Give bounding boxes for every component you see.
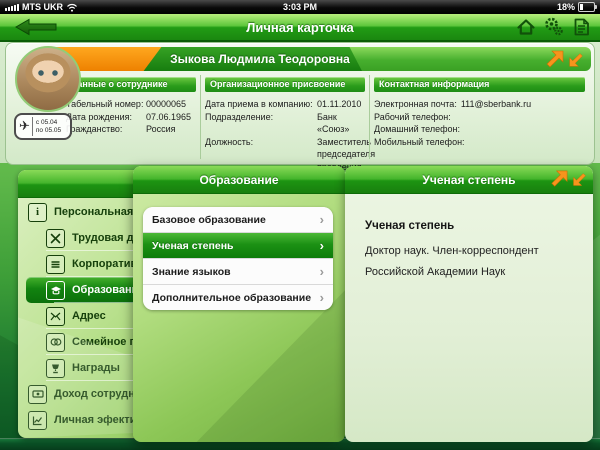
section-title: Организационное присвоение <box>205 77 365 92</box>
airplane-icon: ✈ <box>16 119 32 134</box>
chevron-right-icon: › <box>320 265 324 278</box>
submenu-item-academic-degree[interactable]: Ученая степень › <box>143 233 333 259</box>
family-icon <box>46 333 65 352</box>
submenu-item-languages[interactable]: Знание языков › <box>143 259 333 285</box>
income-icon <box>28 385 47 404</box>
vacation-badge: ✈ с 05.04 по 05.05 <box>14 113 72 140</box>
submenu-title: Образование <box>133 166 345 194</box>
efficiency-icon <box>28 411 47 430</box>
info-row: Домашний телефон: <box>374 123 585 136</box>
submenu-list: Базовое образование › Ученая степень › З… <box>143 207 333 310</box>
content-area: i Персональная инфо Трудовая деятел Корп… <box>0 163 600 450</box>
info-row: Электронная почта: 111@sberbank.ru <box>374 98 585 111</box>
settings-button[interactable] <box>543 16 564 37</box>
arrow-down-left-icon[interactable] <box>568 52 584 68</box>
arrow-down-left-icon[interactable] <box>572 172 587 187</box>
section-title: Контактная информация <box>374 77 585 92</box>
battery-percent-label: 18% <box>557 2 575 12</box>
info-row: Дата приема в компанию: 01.11.2010 <box>205 98 365 111</box>
employee-name: Зыкова Людмила Теодоровна <box>162 47 358 71</box>
employee-card: Зыкова Людмила Теодоровна ✈ с 05.04 по 0… <box>5 42 595 165</box>
info-row: Табельный номер: 00000065 <box>66 98 196 111</box>
info-row: Подразделение: Банк «Союз» <box>205 111 365 136</box>
info-row: Рабочий телефон: <box>374 111 585 124</box>
detail-panel: Ученая степень Ученая степень Доктор нау… <box>345 166 593 442</box>
vacation-to: по 05.05 <box>36 127 61 135</box>
status-bar: MTS UKR 3:03 PM 18% <box>0 0 600 14</box>
detail-heading: Ученая степень <box>365 220 593 232</box>
info-row: Гражданство: Россия <box>66 123 196 136</box>
corporate-learning-icon <box>46 255 65 274</box>
address-icon <box>46 307 65 326</box>
info-icon: i <box>28 203 47 222</box>
education-submenu-panel: Образование Базовое образование › Ученая… <box>133 166 345 442</box>
chevron-right-icon: › <box>320 291 324 304</box>
info-row: Мобильный телефон: <box>374 136 585 149</box>
chevron-right-icon: › <box>320 239 324 252</box>
arrow-up-right-icon[interactable] <box>548 169 569 190</box>
submenu-item-additional-education[interactable]: Дополнительное образование › <box>143 285 333 310</box>
info-row: Дата рождения: 07.06.1965 <box>66 111 196 124</box>
awards-icon <box>46 359 65 378</box>
section-employee-data: Данные о сотруднике Табельный номер: 000… <box>62 75 200 159</box>
section-title: Данные о сотруднике <box>66 77 196 92</box>
detail-title: Ученая степень <box>422 173 515 187</box>
page-title: Личная карточка <box>0 20 600 35</box>
home-button[interactable] <box>515 16 536 37</box>
chevron-right-icon: › <box>320 213 324 226</box>
nav-bar: Личная карточка <box>0 14 600 42</box>
work-icon <box>46 229 65 248</box>
education-icon <box>46 281 65 300</box>
document-icon <box>572 17 591 37</box>
section-contact-info: Контактная информация Электронная почта:… <box>369 75 589 159</box>
employee-name-banner: Зыкова Людмила Теодоровна <box>50 47 591 71</box>
notes-button[interactable] <box>571 16 592 37</box>
app-screen: MTS UKR 3:03 PM 18% Личная карточка <box>0 0 600 450</box>
submenu-item-basic-education[interactable]: Базовое образование › <box>143 207 333 233</box>
detail-text-line: Российской Академии Наук <box>365 262 593 283</box>
employee-photo <box>15 46 81 112</box>
section-org-assignment: Организационное присвоение Дата приема в… <box>200 75 369 159</box>
vacation-from: с 05.04 <box>36 119 61 127</box>
detail-text-line: Доктор наук. Член-корреспондент <box>365 241 593 262</box>
gears-icon <box>543 16 564 37</box>
clock-label: 3:03 PM <box>0 2 600 12</box>
battery-icon <box>578 2 595 12</box>
arrow-up-right-icon[interactable] <box>543 49 565 71</box>
home-icon <box>516 17 536 37</box>
